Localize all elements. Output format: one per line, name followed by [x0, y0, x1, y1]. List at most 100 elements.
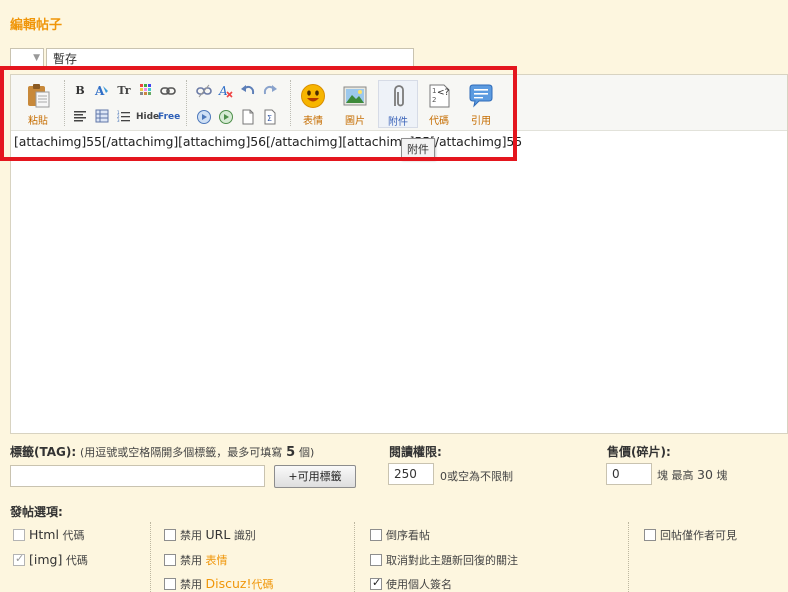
table-button[interactable]	[94, 109, 110, 125]
page-icon	[242, 109, 254, 125]
option-author-only-checkbox[interactable]	[644, 529, 656, 541]
option-html-zh: 代碼	[62, 529, 85, 542]
page-title: 編輯帖子	[10, 18, 63, 33]
option-disable-discuz[interactable]: 禁用 Discuz!代碼	[164, 576, 273, 592]
tags-max: 5	[286, 445, 296, 460]
option-use-signature-checkbox[interactable]	[370, 576, 382, 590]
option-disable-smilies[interactable]: 禁用 表情	[164, 552, 228, 568]
option-disable-smilies-checkbox[interactable]	[164, 554, 176, 566]
link-button[interactable]	[160, 83, 176, 99]
speech-bubble-icon	[469, 84, 493, 108]
price-input[interactable]	[606, 463, 652, 485]
unlink-button[interactable]	[196, 83, 212, 99]
option-disable-smilies-hl: 表情	[205, 554, 228, 567]
read-perm-input[interactable]	[388, 463, 434, 485]
video-icon	[219, 110, 233, 124]
audio-button[interactable]	[196, 109, 212, 125]
undo-button[interactable]	[240, 83, 256, 99]
subject-input[interactable]	[46, 48, 414, 68]
option-img-checkbox[interactable]	[13, 552, 25, 566]
formula-button[interactable]: Σ	[262, 109, 278, 125]
option-cancel-notify[interactable]: 取消對此主題新回復的關注	[370, 552, 518, 568]
read-perm-label: 閱讀權限:	[389, 445, 442, 459]
price-hint: 塊 最高 30 塊	[657, 467, 727, 483]
option-html[interactable]: Html 代碼	[13, 527, 84, 543]
audio-icon	[197, 110, 211, 124]
option-img-zh: 代碼	[65, 554, 88, 567]
attach-tooltip: 附件	[401, 138, 435, 160]
image-button[interactable]: 圖片	[338, 83, 372, 127]
option-reverse-checkbox[interactable]	[370, 529, 382, 541]
option-cancel-notify-checkbox[interactable]	[370, 554, 382, 566]
price-label: 售價(碎片):	[607, 445, 671, 459]
font-size-button[interactable]: Tr	[116, 83, 132, 99]
redo-button[interactable]	[262, 83, 278, 99]
option-disable-url-post: 識別	[233, 529, 256, 542]
options-title: 發帖選項:	[10, 505, 63, 519]
option-disable-url-checkbox[interactable]	[164, 529, 176, 541]
paste-label: 粘貼	[28, 116, 48, 127]
svg-text:1: 1	[432, 87, 436, 95]
svg-text:<?: <?	[437, 88, 450, 98]
option-disable-smilies-pre: 禁用	[180, 554, 202, 567]
option-disable-url[interactable]: 禁用 URL 識別	[164, 527, 256, 543]
page-button[interactable]	[240, 109, 256, 125]
option-html-checkbox[interactable]	[13, 529, 25, 541]
attach-button[interactable]: 附件	[378, 80, 418, 128]
quote-button[interactable]: 引用	[464, 83, 498, 127]
paperclip-icon	[394, 85, 404, 107]
remove-format-button[interactable]: A	[218, 83, 234, 99]
align-left-icon	[74, 111, 86, 122]
tags-hint-end: 個)	[299, 446, 315, 459]
price-max-unit: 塊	[716, 469, 728, 482]
option-author-only-label: 回帖僅作者可見	[660, 529, 737, 542]
table-icon	[95, 109, 109, 123]
svg-text:A: A	[218, 84, 228, 98]
font-color-button[interactable]: A	[94, 83, 110, 99]
option-img-en: [img]	[29, 552, 63, 567]
editor-content[interactable]: [attachimg]55[/attachimg][attachimg]56[/…	[14, 134, 522, 149]
option-use-signature[interactable]: 使用個人簽名	[370, 576, 452, 592]
option-author-only[interactable]: 回帖僅作者可見	[644, 527, 737, 543]
remove-format-icon: A	[218, 84, 233, 98]
video-button[interactable]	[218, 109, 234, 125]
numbered-list-icon: 123	[117, 110, 130, 123]
thread-type-select[interactable]: ▼	[10, 48, 44, 68]
available-tags-button[interactable]: +可用標籤	[274, 465, 356, 488]
paste-button[interactable]: 粘貼	[21, 83, 55, 127]
smilies-button[interactable]: 表情	[296, 83, 330, 127]
tags-input[interactable]	[10, 465, 265, 487]
font-color-icon: A	[94, 84, 108, 98]
option-disable-discuz-hl: Discuz!	[205, 576, 252, 591]
smilies-label: 表情	[303, 116, 323, 127]
code-button[interactable]: 12 <? 代碼	[422, 83, 456, 127]
option-disable-url-pre: 禁用	[180, 529, 202, 542]
option-disable-discuz-checkbox[interactable]	[164, 578, 176, 590]
toolbar-separator	[186, 80, 187, 126]
option-cancel-notify-label: 取消對此主題新回復的關注	[386, 554, 518, 567]
clipboard-icon	[28, 84, 50, 108]
sigma-icon: Σ	[264, 109, 276, 125]
bold-button[interactable]: B	[72, 83, 88, 99]
toolbar-separator	[290, 80, 291, 126]
table-color-button[interactable]	[138, 83, 154, 99]
align-button[interactable]	[72, 109, 88, 125]
list-button[interactable]: 123	[116, 109, 132, 125]
tags-label-row: 標籤(TAG): (用逗號或空格隔開多個標籤，最多可填寫 5 個)	[10, 443, 314, 460]
option-reverse-label: 倒序看帖	[386, 529, 430, 542]
tags-hint: (用逗號或空格隔開多個標籤，最多可填寫	[80, 446, 283, 459]
image-icon	[343, 86, 367, 106]
attach-label: 附件	[388, 117, 408, 128]
hide-button[interactable]: Hide	[136, 109, 159, 125]
options-separator	[628, 522, 629, 592]
option-img[interactable]: [img] 代碼	[13, 552, 88, 568]
toolbar-separator	[64, 80, 65, 126]
unlink-icon	[196, 84, 212, 98]
option-disable-url-en: URL	[205, 527, 231, 542]
image-label: 圖片	[345, 116, 365, 127]
free-button[interactable]: Free	[158, 109, 180, 125]
svg-text:2: 2	[432, 96, 436, 104]
option-reverse[interactable]: 倒序看帖	[370, 527, 430, 543]
price-unit: 塊	[657, 469, 668, 482]
color-grid-icon	[140, 84, 151, 95]
